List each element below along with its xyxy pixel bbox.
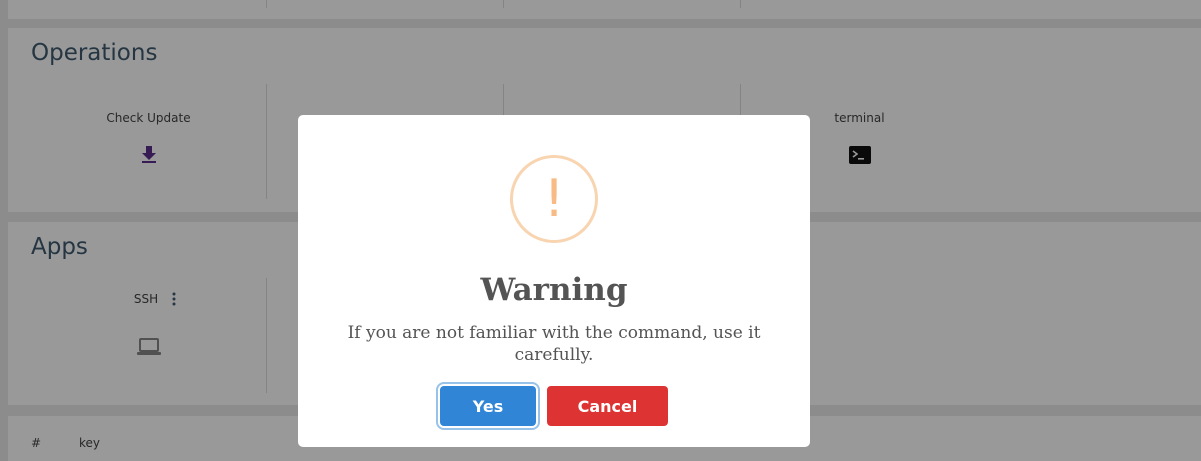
warning-icon: !	[510, 155, 598, 243]
confirm-button[interactable]: Yes	[440, 386, 536, 426]
dialog-message: If you are not familiar with the command…	[347, 323, 761, 365]
cancel-button[interactable]: Cancel	[547, 386, 668, 426]
warning-dialog: ! Warning If you are not familiar with t…	[298, 115, 810, 447]
dialog-title: Warning	[480, 272, 628, 308]
